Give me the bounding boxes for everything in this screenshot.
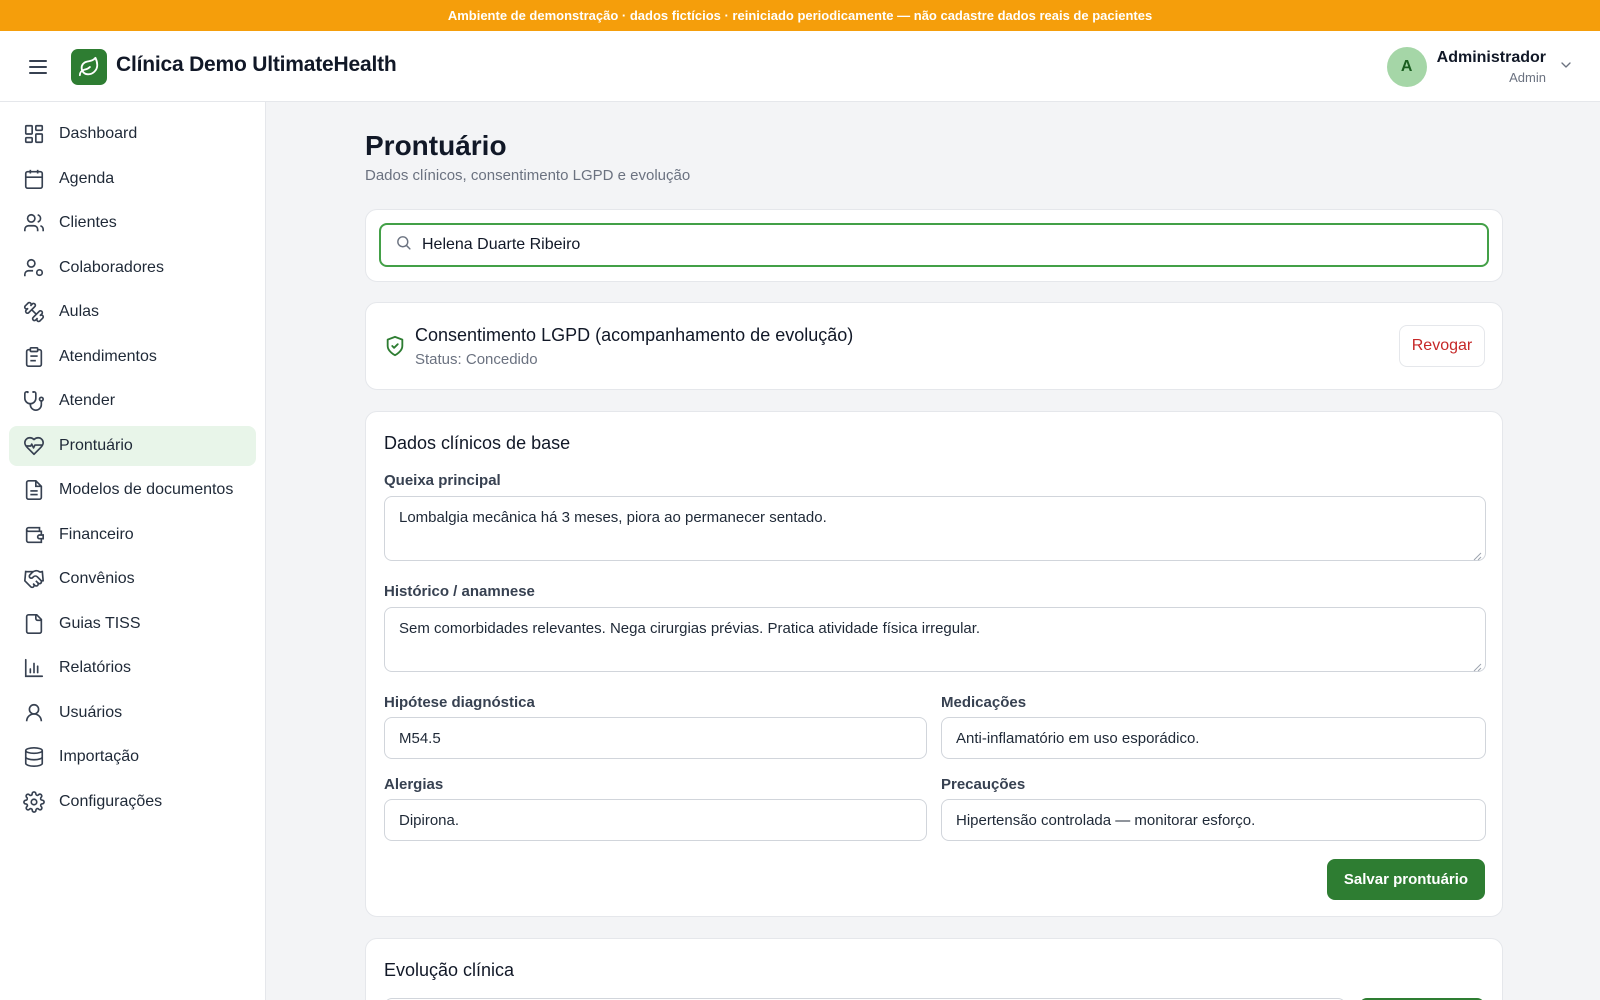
evolution-card: Evolução clínica	[365, 938, 1503, 1000]
sidebar-item-clientes[interactable]: Clientes	[9, 203, 256, 243]
lgpd-consent-card: Consentimento LGPD (acompanhamento de ev…	[365, 302, 1503, 390]
revoke-consent-button[interactable]: Revogar	[1399, 325, 1485, 367]
history-value: Sem comorbidades relevantes. Nega cirurg…	[399, 620, 981, 637]
sidebar-item-label: Colaboradores	[59, 258, 164, 276]
handshake-icon	[23, 568, 45, 590]
allergies-label: Alergias	[384, 776, 444, 793]
allergies-value: Dipirona.	[399, 811, 460, 829]
chevron-down-icon[interactable]	[1558, 57, 1574, 78]
search-icon	[395, 234, 412, 256]
sidebar-item-label: Prontuário	[59, 436, 133, 454]
demo-banner: Ambiente de demonstração · dados fictíci…	[0, 0, 1600, 31]
sidebar-item-label: Dashboard	[59, 125, 138, 142]
sidebar: Dashboard Agenda Clientes Colaboradores …	[0, 102, 266, 1000]
user-role: Admin	[1509, 70, 1546, 85]
sidebar-item-atendimentos[interactable]: Atendimentos	[9, 337, 256, 377]
sidebar-item-configuracoes[interactable]: Configurações	[9, 782, 256, 822]
sidebar-item-label: Importação	[59, 748, 140, 765]
sidebar-item-label: Financeiro	[59, 525, 134, 543]
diagnosis-label: Hipótese diagnóstica	[384, 694, 535, 711]
user-icon	[23, 702, 45, 724]
user-cog-icon	[23, 257, 45, 279]
precautions-value: Hipertensão controlada — monitorar esfor…	[956, 811, 1256, 829]
resize-grip-icon[interactable]	[1473, 659, 1482, 672]
complaint-textarea[interactable]: Lombalgia mecânica há 3 meses, piora ao …	[384, 496, 1486, 561]
sidebar-item-modelos-de-documentos[interactable]: Modelos de documentos	[9, 470, 256, 510]
avatar: A	[1386, 47, 1427, 87]
consent-title: Consentimento LGPD (acompanhamento de ev…	[415, 325, 854, 345]
menu-icon[interactable]	[26, 55, 50, 79]
sidebar-item-label: Usuários	[59, 703, 123, 721]
clipboard-icon	[23, 346, 45, 368]
sidebar-item-atender[interactable]: Atender	[9, 381, 256, 421]
sidebar-item-label: Configurações	[59, 792, 163, 810]
sidebar-item-label: Atender	[59, 392, 116, 409]
shield-check-icon	[384, 335, 406, 362]
page-title: Prontuário	[365, 130, 507, 161]
page-subtitle: Dados clínicos, consentimento LGPD e evo…	[365, 167, 691, 184]
consent-status: Status: Concedido	[415, 351, 538, 368]
sidebar-item-aulas[interactable]: Aulas	[9, 292, 256, 332]
sidebar-item-prontuario[interactable]: Prontuário	[9, 425, 256, 466]
precautions-input[interactable]: Hipertensão controlada — monitorar esfor…	[941, 799, 1486, 841]
sidebar-item-importacao[interactable]: Importação	[9, 737, 256, 777]
patient-search-card	[365, 209, 1503, 282]
history-label: Histórico / anamnese	[384, 583, 535, 600]
diagnosis-input[interactable]: M54.5	[384, 717, 927, 759]
sidebar-item-dashboard[interactable]: Dashboard	[9, 114, 256, 154]
resize-grip-icon[interactable]	[1473, 548, 1482, 561]
calendar-icon	[23, 168, 45, 190]
sidebar-item-agenda[interactable]: Agenda	[9, 159, 256, 199]
users-icon	[23, 212, 45, 234]
main-content: Prontuário Dados clínicos, consentimento…	[266, 102, 1600, 1000]
app-title: Clínica Demo UltimateHealth	[116, 53, 397, 76]
sidebar-item-label: Convênios	[59, 570, 135, 587]
allergies-input[interactable]: Dipirona.	[384, 799, 927, 841]
sidebar-item-label: Guias TISS	[59, 614, 141, 632]
clinical-data-card: Dados clínicos de base Queixa principal …	[365, 411, 1503, 917]
leaf-logo-icon	[71, 49, 107, 85]
sidebar-item-label: Clientes	[59, 214, 117, 231]
dumbbell-icon	[23, 301, 45, 323]
top-bar: Clínica Demo UltimateHealth A Administra…	[0, 31, 1600, 102]
sidebar-item-financeiro[interactable]: Financeiro	[9, 515, 256, 555]
sidebar-item-usuarios[interactable]: Usuários	[9, 693, 256, 733]
medications-label: Medicações	[941, 694, 1027, 711]
diagnosis-value: M54.5	[399, 729, 441, 747]
database-icon	[23, 746, 45, 768]
sidebar-item-label: Aulas	[59, 303, 100, 320]
medications-input[interactable]: Anti-inflamatório em uso esporádico.	[941, 717, 1486, 759]
sidebar-item-label: Relatórios	[59, 659, 132, 676]
sidebar-item-label: Modelos de documentos	[59, 481, 234, 498]
bar-chart-icon	[23, 657, 45, 679]
dashboard-icon	[23, 123, 45, 145]
patient-search-box[interactable]	[379, 223, 1489, 267]
user-menu[interactable]: A Administrador Admin	[1386, 45, 1574, 89]
section-title: Dados clínicos de base	[384, 433, 571, 453]
sidebar-item-label: Atendimentos	[59, 347, 157, 365]
precautions-label: Precauções	[941, 776, 1026, 793]
sidebar-item-label: Agenda	[59, 169, 115, 187]
history-textarea[interactable]: Sem comorbidades relevantes. Nega cirurg…	[384, 607, 1486, 672]
user-name: Administrador	[1436, 49, 1546, 66]
file-text-icon	[23, 479, 45, 501]
complaint-label: Queixa principal	[384, 472, 501, 489]
stethoscope-icon	[23, 390, 45, 412]
sidebar-item-relatorios[interactable]: Relatórios	[9, 648, 256, 688]
complaint-value: Lombalgia mecânica há 3 meses, piora ao …	[399, 509, 827, 526]
heart-pulse-icon	[23, 435, 45, 457]
section-title: Evolução clínica	[384, 960, 515, 980]
sidebar-item-guias-tiss[interactable]: Guias TISS	[9, 604, 256, 644]
patient-search-input[interactable]	[422, 236, 1462, 254]
wallet-icon	[23, 524, 45, 546]
sidebar-item-convenios[interactable]: Convênios	[9, 559, 256, 599]
file-copy-icon	[23, 613, 45, 635]
sidebar-item-colaboradores[interactable]: Colaboradores	[9, 248, 256, 288]
medications-value: Anti-inflamatório em uso esporádico.	[956, 729, 1200, 747]
gear-icon	[23, 790, 45, 813]
save-record-button[interactable]: Salvar prontuário	[1327, 859, 1485, 900]
